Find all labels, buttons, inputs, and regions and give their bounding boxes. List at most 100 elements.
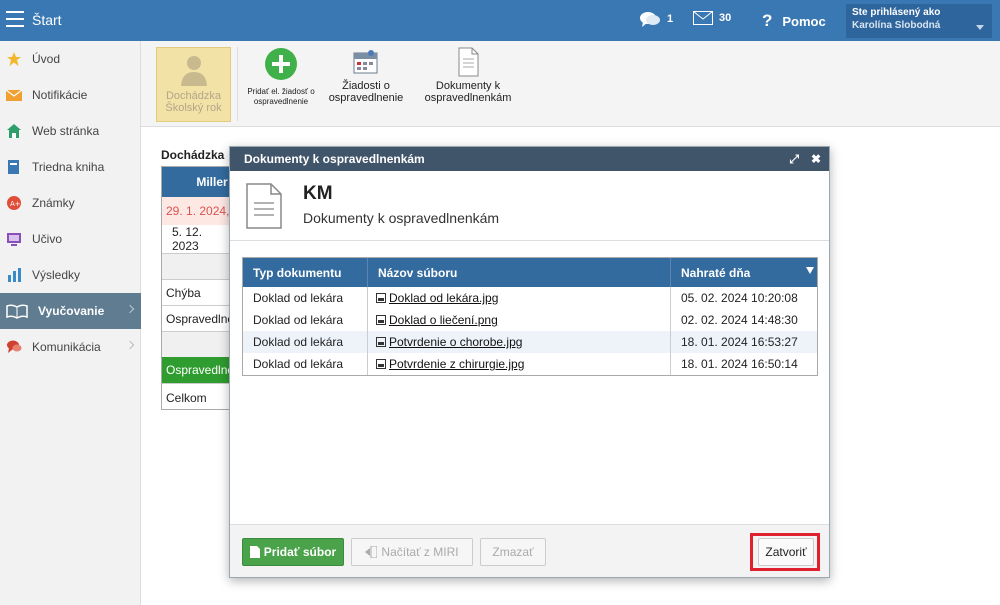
help-label: Pomoc [782,13,826,29]
table-row: Celkom [162,383,230,409]
sidebar-item-notifikacie[interactable]: Notifikácie [0,77,141,113]
dialog-header[interactable]: Dokumenty k ospravedlnenkám ⤢ ✖ [230,147,829,171]
table-row [162,331,230,357]
close-icon[interactable]: ✖ [811,152,821,167]
dochadzka-label: Dochádzka Školský rok [165,90,222,114]
divider [230,240,829,241]
documents-dialog: Dokumenty k ospravedlnenkám ⤢ ✖ KM Dokum… [229,146,830,578]
help-button[interactable]: ? Pomoc [762,11,826,31]
add-file-button[interactable]: Pridať súbor [242,538,344,566]
requests-label: Žiadosti o ospravedlnenie [328,80,404,104]
dochadzka-skolsky-rok-button[interactable]: Dochádzka Školský rok [156,47,231,122]
cell-uploaded: 02. 02. 2024 14:48:30 [681,313,798,327]
cell-type: Doklad od lekára [243,353,368,375]
load-miri-button[interactable]: Načítať z MIRI [351,538,473,566]
user-menu[interactable]: Ste prihlásený ako Karolína Slobodná [846,4,992,38]
table-row [162,253,230,279]
file-link[interactable]: Doklad od lekára.jpg [389,291,498,305]
cell-file: Doklad od lekára.jpg [368,287,671,309]
sidebar: Úvod Notifikácie Web stránka Triedna kni… [0,41,141,605]
documents-label: Dokumenty k ospravedlnenkám [424,80,512,104]
sidebar-item-triedna-kniha[interactable]: Triedna kniha [0,149,141,185]
home-icon [7,124,21,138]
table-row[interactable]: Doklad od lekára Doklad od lekára.jpg 05… [243,287,817,309]
cell-file: Doklad o liečení.png [368,309,671,331]
sidebar-item-label: Úvod [32,52,61,66]
cell-uploaded: 18. 01. 2024 16:50:14 [681,357,798,371]
column-header-file[interactable]: Názov súboru [368,258,671,287]
document-icon [458,47,479,77]
sort-down-icon[interactable] [806,267,814,274]
user-caption: Ste prihlásený ako [852,7,941,18]
envelope-icon [693,11,713,25]
table-row: Ospravedlne [162,305,230,331]
chevron-down-icon [976,25,984,30]
highlight-frame [750,533,820,571]
cell-uploaded: 05. 02. 2024 10:20:08 [681,291,798,305]
grade-icon: A+ [7,196,21,210]
table-row[interactable]: Doklad od lekára Potvrdenie o chorobe.jp… [243,331,817,353]
add-file-label: Pridať súbor [263,545,337,559]
document-icon [246,183,282,229]
svg-text:A+: A+ [10,200,21,208]
column-header-type[interactable]: Typ dokumentu [243,258,368,287]
toolbar: Dochádzka Školský rok Pridať el. žiadosť… [141,41,1000,127]
file-link[interactable]: Doklad o liečení.png [389,313,498,327]
chat-notifications[interactable]: 1 [639,10,673,28]
toolbar-separator [237,47,238,121]
sidebar-item-label: Vyučovanie [38,304,105,318]
import-icon [365,546,378,558]
chat-bubbles-icon [640,12,660,27]
sidebar-item-znamky[interactable]: A+ Známky [0,185,141,221]
sidebar-item-vysledky[interactable]: Výsledky [0,257,141,293]
cell-uploaded: 18. 01. 2024 16:53:27 [681,335,798,349]
file-link[interactable]: Potvrdenie z chirurgie.jpg [389,357,524,371]
chevron-right-icon [125,340,135,350]
add-request-label: Pridať el. žiadosť o ospravedlnenie [247,87,315,106]
sidebar-item-label: Učivo [32,232,63,246]
mail-notifications[interactable]: 30 [693,11,731,25]
speech-icon [7,340,22,353]
sidebar-item-label: Známky [32,196,75,210]
sidebar-item-label: Notifikácie [32,88,88,102]
student-icon [180,56,207,86]
column-header-label: Nahraté dňa [681,266,751,280]
requests-button[interactable]: Žiadosti o ospravedlnenie [324,47,408,104]
chat-count: 1 [667,13,674,25]
file-icon [249,546,260,558]
table-row: Ospravedlne [162,357,230,383]
documents-button[interactable]: Dokumenty k ospravedlnenkám [419,47,517,104]
sidebar-item-web-stranka[interactable]: Web stránka [0,113,141,149]
documents-table: Typ dokumentu Názov súboru Nahraté dňa D… [242,257,818,376]
cell-type: Doklad od lekára [243,331,368,353]
sidebar-item-vyucovanie[interactable]: Vyučovanie [0,293,141,329]
attendance-table: Miller 29. 1. 2024, 5. 12. 2023 Chýba Os… [161,166,231,410]
sidebar-item-ucivo[interactable]: Učivo [0,221,141,257]
maximize-icon[interactable]: ⤢ [789,152,799,167]
table-row[interactable]: 29. 1. 2024, [162,197,230,225]
delete-button[interactable]: Zmazať [480,538,546,566]
image-file-icon [376,337,386,347]
hamburger-menu-icon[interactable] [6,11,24,27]
column-header-uploaded[interactable]: Nahraté dňa [671,258,817,287]
sidebar-item-label: Komunikácia [32,340,101,354]
page-title[interactable]: Štart [32,12,62,28]
table-row[interactable]: 5. 12. 2023 [162,225,230,253]
dialog-subtitle: Dokumenty k ospravedlnenkám [303,210,500,226]
table-header: Miller [162,167,230,197]
envelope-icon [6,89,22,101]
table-row[interactable]: Doklad od lekára Potvrdenie z chirurgie.… [243,353,817,375]
image-file-icon [376,359,386,369]
sidebar-item-uvod[interactable]: Úvod [0,41,141,77]
attendance-title: Dochádzka [161,148,225,162]
monitor-icon [7,233,21,246]
add-request-button[interactable]: Pridať el. žiadosť o ospravedlnenie [246,47,316,107]
question-icon: ? [762,11,773,30]
table-row[interactable]: Doklad od lekára Doklad o liečení.png 02… [243,309,817,331]
cell-file: Potvrdenie o chorobe.jpg [368,331,671,353]
file-link[interactable]: Potvrdenie o chorobe.jpg [389,335,522,349]
dialog-title: Dokumenty k ospravedlnenkám [244,152,425,166]
top-bar: Štart 1 30 ? Pomoc Ste prihlásený ako Ka… [0,0,1000,41]
sidebar-item-komunikacia[interactable]: Komunikácia [0,329,141,365]
image-file-icon [376,315,386,325]
